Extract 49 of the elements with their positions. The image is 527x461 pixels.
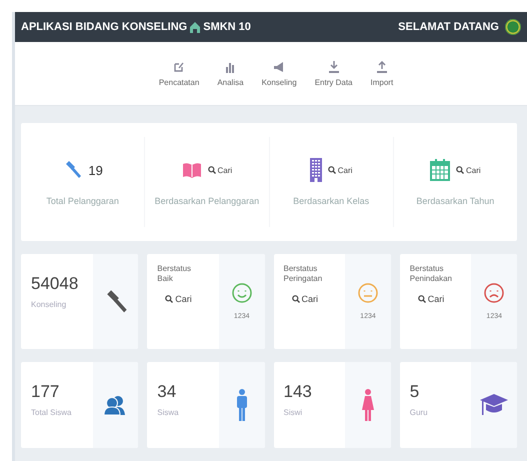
summary-label: Berdasarkan Kelas [293, 196, 370, 206]
search-icon [328, 166, 336, 174]
search-link[interactable]: Cari [208, 166, 232, 174]
stat-value: 177 [31, 382, 60, 402]
bar-chart-icon [224, 60, 236, 72]
book-icon [182, 162, 202, 178]
search-link[interactable]: Cari [456, 166, 481, 174]
school-logo [505, 19, 521, 35]
users-icon [104, 395, 126, 415]
download-icon [328, 60, 340, 72]
upload-icon [376, 60, 388, 72]
search-icon [456, 166, 464, 174]
stat-label: Konseling [31, 300, 68, 309]
toolbar-button[interactable]: Pencatatan [158, 60, 200, 86]
school-name: SMKN 10 [203, 21, 251, 33]
app-title: APLIKASI BIDANG KONSELING [21, 21, 188, 33]
toolbar-button[interactable]: Analisa [217, 60, 244, 86]
summary-label: Berdasarkan Pelanggaran [154, 196, 260, 206]
edit-icon [173, 60, 186, 72]
female-icon [362, 389, 374, 421]
search-link[interactable]: Cari [418, 294, 466, 304]
stat-value: 143 [284, 382, 313, 402]
search-icon [292, 295, 300, 303]
status-label: Berstatus Baik [157, 264, 192, 284]
toolbar-button[interactable]: Konseling [262, 60, 297, 86]
status-label: Berstatus Penindakan [410, 264, 452, 284]
summary-label: Total Pelanggaran [46, 196, 119, 206]
stat-label: Siswa [157, 408, 180, 417]
search-icon [418, 295, 426, 303]
search-link[interactable]: Cari [292, 294, 340, 304]
search-icon [208, 166, 216, 174]
status-label: Berstatus Peringatan [284, 264, 324, 284]
megaphone-icon [273, 60, 286, 72]
violation-count: 19 [88, 162, 103, 178]
toolbar-button[interactable]: Entry Data [314, 60, 352, 86]
toolbar-button[interactable]: Import [370, 60, 394, 86]
stat-label: Total Siswa [31, 408, 72, 417]
search-link[interactable]: Cari [165, 294, 213, 304]
stat-value: 34 [157, 382, 178, 402]
stat-value: 5 [410, 382, 420, 402]
search-icon [165, 295, 174, 303]
stat-label: Guru [410, 408, 429, 417]
stat-label: Siswi [284, 408, 304, 417]
search-link[interactable]: Cari [328, 166, 352, 174]
summary-label: Berdasarkan Tahun [416, 196, 494, 206]
male-icon [236, 389, 247, 421]
greeting: SELAMAT DATANG [398, 21, 499, 33]
stat-value: 54048 [31, 274, 80, 294]
calendar-icon [430, 159, 450, 181]
